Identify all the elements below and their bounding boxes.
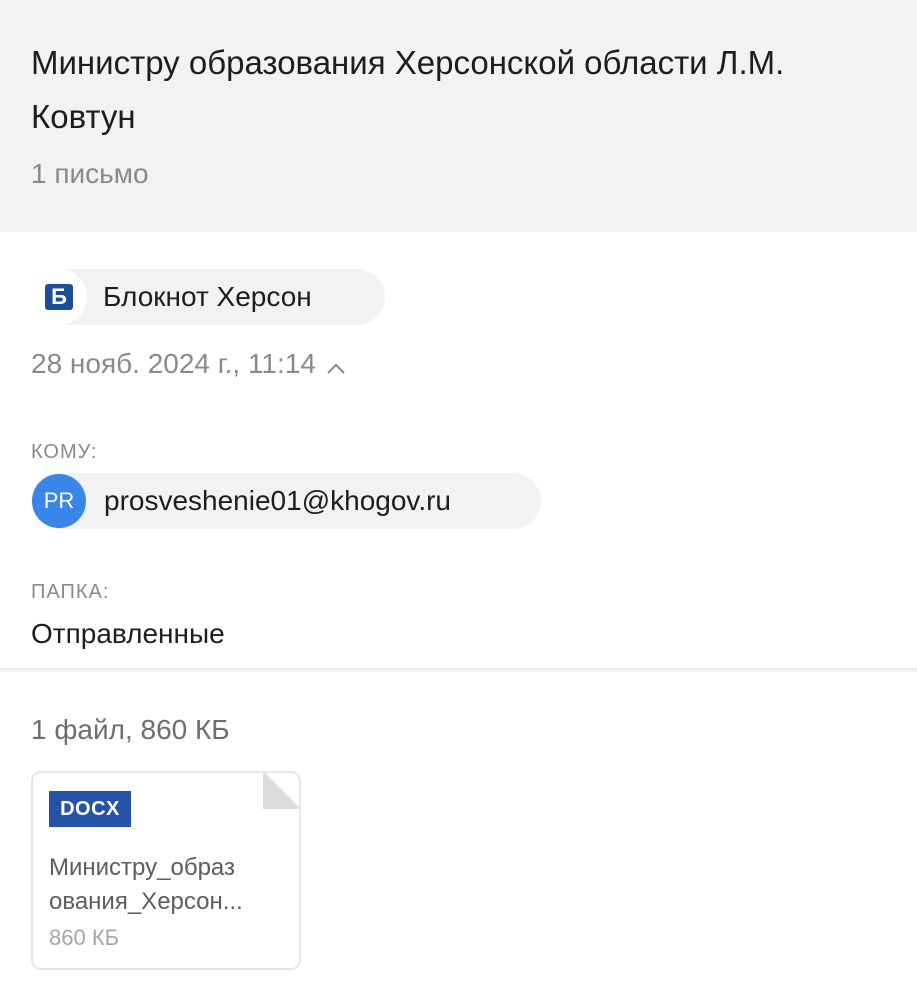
recipient-chip[interactable]: PR prosveshenie01@khogov.ru	[31, 473, 541, 529]
file-size: 860 КБ	[49, 925, 120, 950]
folder-label: ПАПКА:	[31, 581, 110, 603]
email-detail-view: Министру образования Херсонской области …	[0, 0, 917, 990]
sender-chip[interactable]: Б Блокнот Херсон	[31, 269, 385, 325]
message-date: 28 нояб. 2024 г., 11:14	[31, 348, 316, 379]
message-count: 1 письмо	[31, 158, 149, 189]
attachment-card[interactable]: DOCX Министру_образ ования_Херсон... 860…	[31, 771, 301, 970]
file-corner-fold	[263, 773, 299, 809]
file-name-line-1: Министру_образ	[49, 854, 235, 881]
avatar: PR	[32, 474, 86, 528]
subject-line-1: Министру образования Херсонской области …	[31, 44, 785, 81]
date-toggle[interactable]: 28 нояб. 2024 г., 11:14	[31, 344, 346, 384]
section-divider	[0, 668, 917, 672]
recipient-email: prosveshenie01@khogov.ru	[104, 485, 452, 516]
chevron-up-icon[interactable]	[326, 354, 346, 374]
file-name-line-2: ования_Херсон...	[49, 888, 243, 915]
subject-line-2: Ковтун	[31, 98, 136, 135]
attachments-summary: 1 файл, 860 КБ	[31, 714, 230, 745]
folder-value: Отправленные	[31, 618, 225, 649]
sender-name: Блокнот Херсон	[103, 281, 312, 312]
to-label: КОМУ:	[31, 441, 98, 463]
message-subject: Министру образования Херсонской области …	[31, 36, 901, 144]
message-header: Министру образования Херсонской области …	[0, 0, 917, 232]
file-type-badge: DOCX	[49, 791, 131, 827]
file-name: Министру_образ ования_Херсон...	[49, 851, 285, 919]
blocknot-logo-icon: Б	[31, 269, 87, 325]
sender-logo-letter: Б	[45, 284, 73, 310]
